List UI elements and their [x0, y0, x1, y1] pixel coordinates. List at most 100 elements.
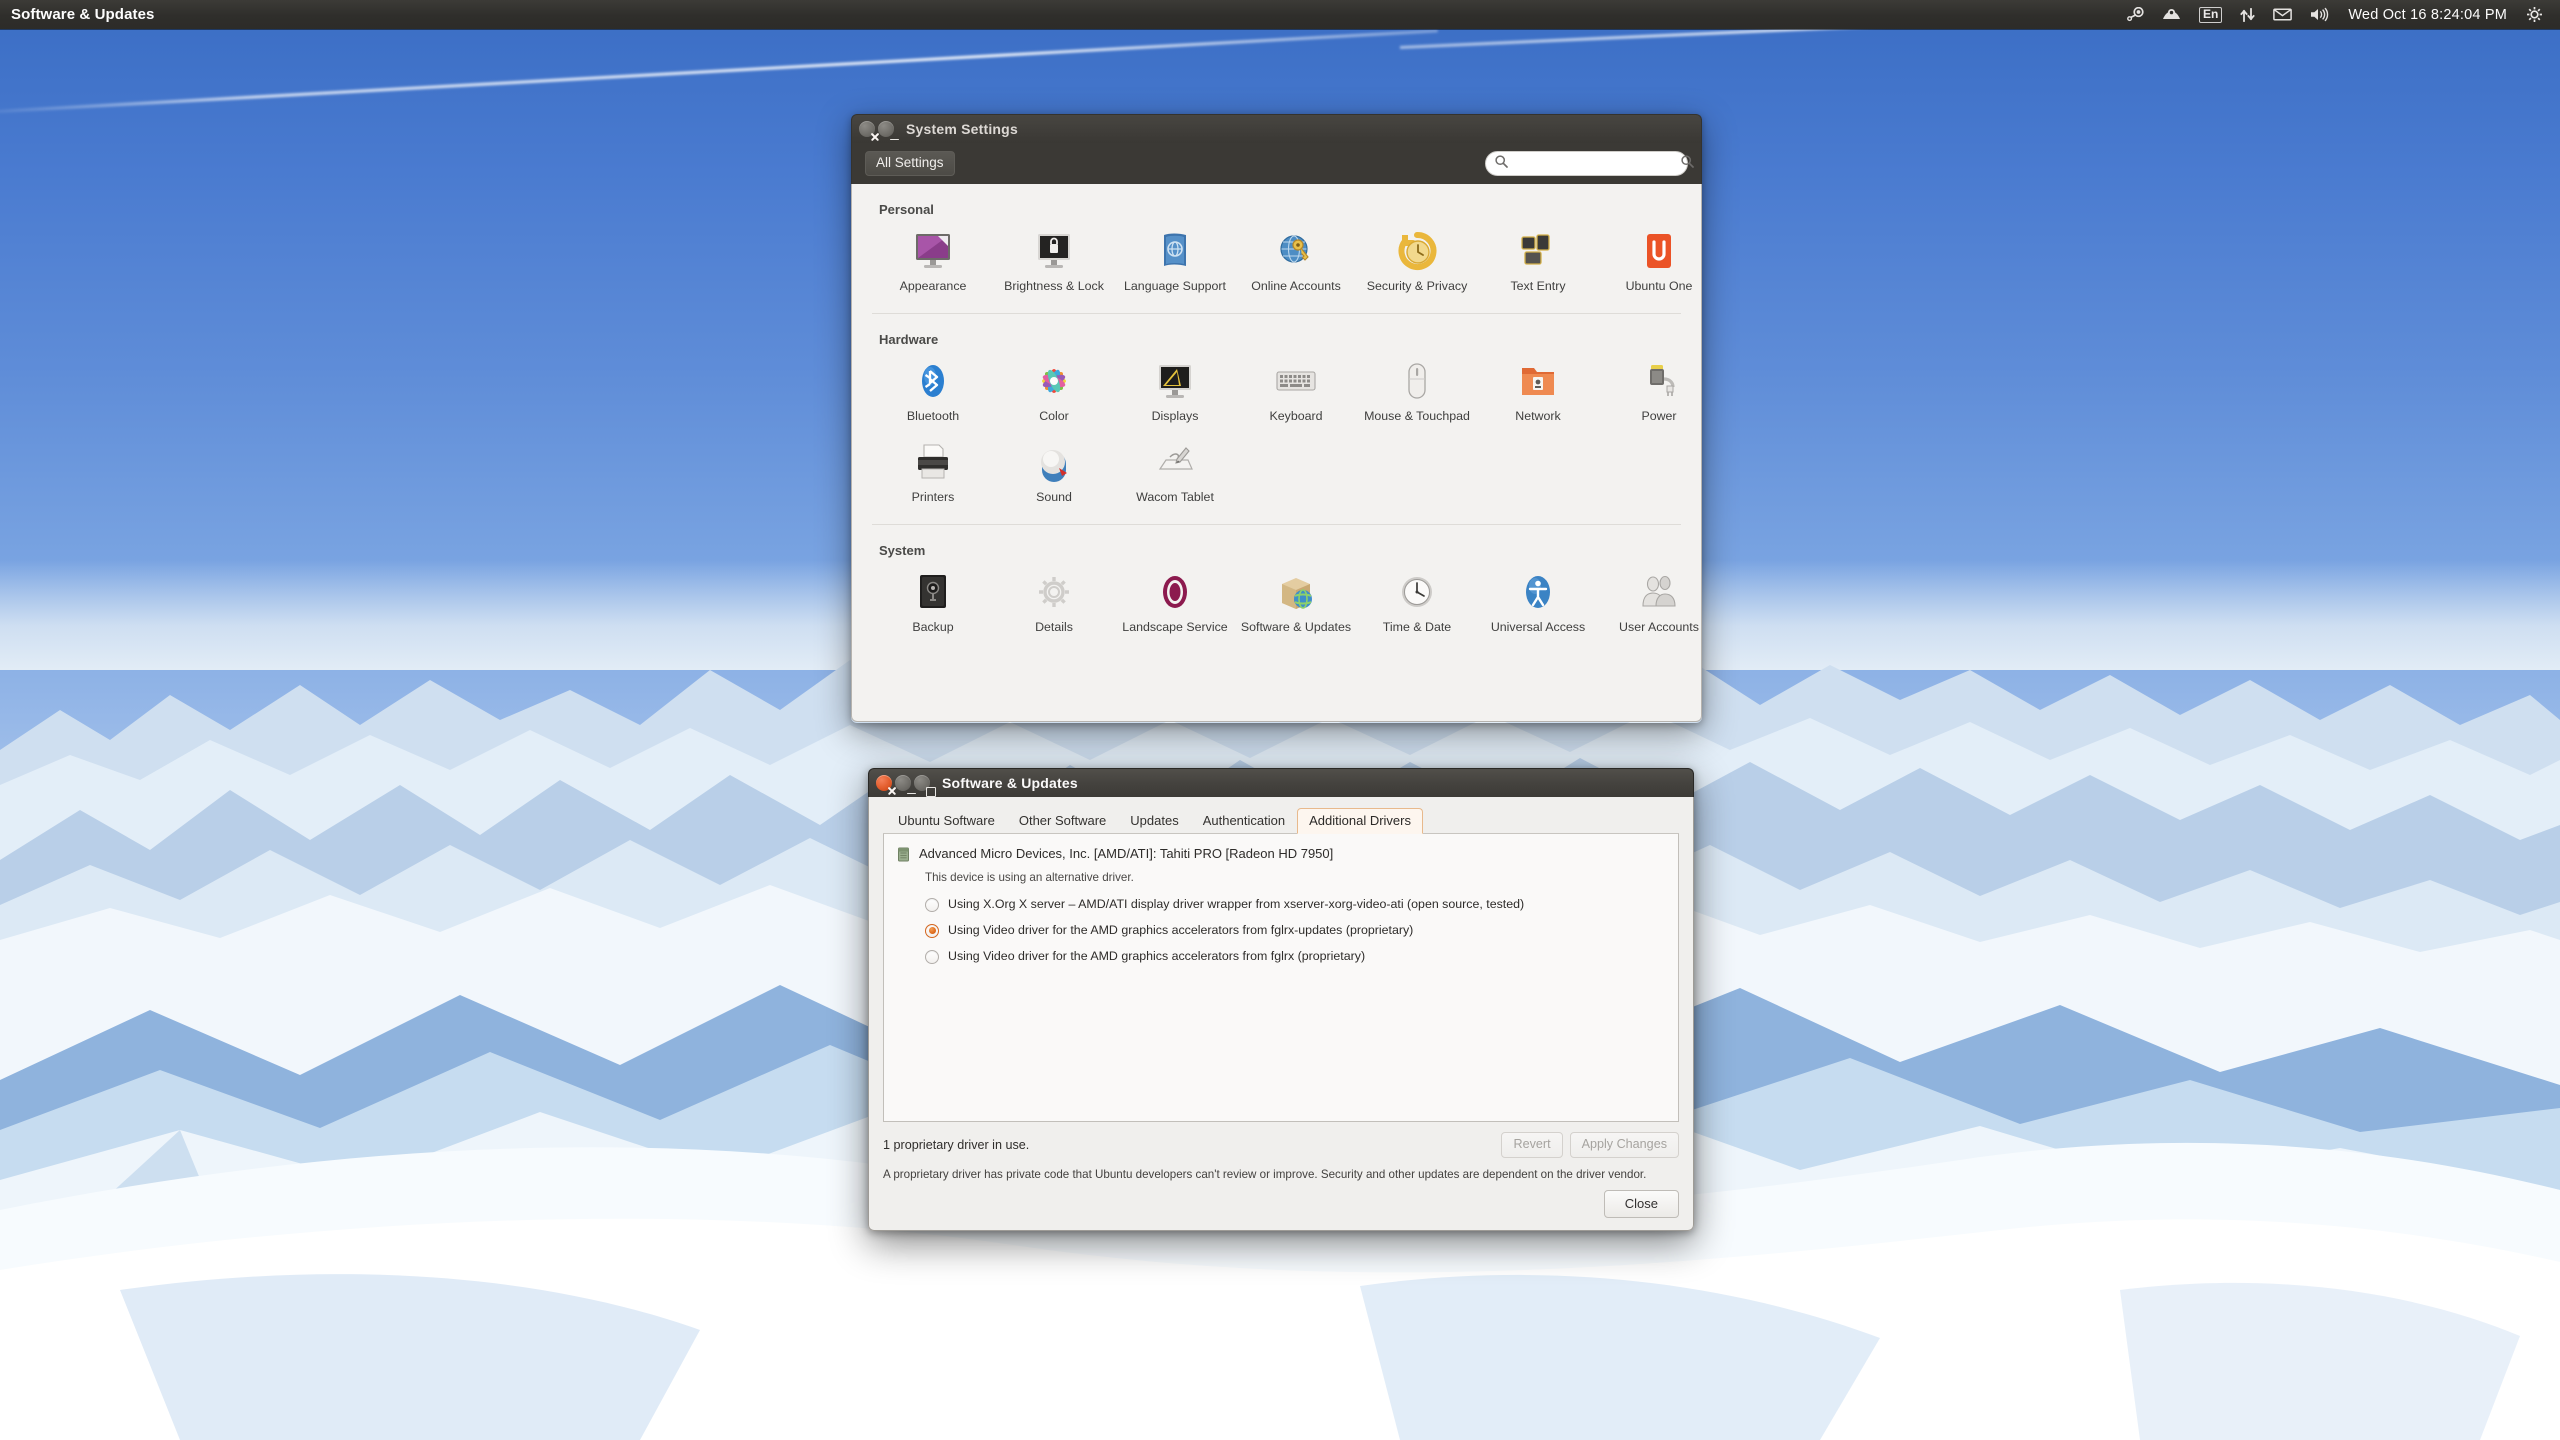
driver-option-label: Using Video driver for the AMD graphics …	[948, 949, 1365, 964]
device-name: Advanced Micro Devices, Inc. [AMD/ATI]: …	[919, 846, 1333, 862]
security-privacy-icon	[1393, 227, 1441, 275]
settings-label: Network	[1515, 410, 1560, 424]
settings-label: Universal Access	[1491, 621, 1585, 635]
tab-bar: Ubuntu Software Other Software Updates A…	[883, 807, 1679, 834]
software-updates-icon	[1272, 568, 1320, 616]
keyboard-layout-indicator[interactable]: En	[2190, 0, 2231, 29]
settings-item-brightness-lock[interactable]: Brightness & Lock	[995, 220, 1113, 300]
settings-item-landscape-service[interactable]: Landscape Service	[1116, 561, 1234, 641]
settings-label: Keyboard	[1269, 410, 1322, 424]
settings-item-power[interactable]: Power	[1600, 350, 1702, 430]
settings-item-bluetooth[interactable]: Bluetooth	[874, 350, 992, 430]
text-entry-icon	[1514, 227, 1562, 275]
software-updates-window-buttons	[876, 775, 930, 791]
mouse-touchpad-icon	[1393, 357, 1441, 405]
driver-option-fglrx[interactable]: Using Video driver for the AMD graphics …	[925, 949, 1666, 964]
driver-option-xorg-ati[interactable]: Using X.Org X server – AMD/ATI display d…	[925, 897, 1666, 912]
footer-actions: Revert Apply Changes	[1501, 1132, 1679, 1158]
backup-icon	[909, 568, 957, 616]
software-updates-footer: 1 proprietary driver in use. Revert Appl…	[883, 1132, 1679, 1182]
settings-label: Sound	[1036, 491, 1072, 505]
settings-label: Software & Updates	[1241, 621, 1351, 635]
apply-changes-button[interactable]: Apply Changes	[1570, 1132, 1679, 1158]
search-input[interactable]	[1508, 157, 1681, 171]
section-hardware: Hardware Bluetooth	[852, 314, 1701, 515]
close-button-footer[interactable]: Close	[1604, 1190, 1679, 1218]
software-updates-window[interactable]: Software & Updates Ubuntu Software Other…	[868, 768, 1694, 1231]
section-title-system: System	[879, 543, 1701, 558]
search-field[interactable]	[1485, 151, 1688, 176]
settings-label: Printers	[912, 491, 955, 505]
settings-item-mouse-touchpad[interactable]: Mouse & Touchpad	[1358, 350, 1476, 430]
tab-other-software[interactable]: Other Software	[1007, 808, 1118, 834]
software-updates-titlebar[interactable]: Software & Updates	[868, 768, 1694, 797]
minimize-button[interactable]	[878, 121, 894, 137]
settings-item-online-accounts[interactable]: Online Accounts	[1237, 220, 1355, 300]
session-gear-icon[interactable]	[2517, 0, 2552, 29]
settings-label: Brightness & Lock	[1004, 280, 1104, 294]
settings-item-details[interactable]: Details	[995, 561, 1113, 641]
close-button[interactable]	[876, 775, 892, 791]
volume-icon[interactable]	[2301, 0, 2338, 29]
settings-label: Power	[1641, 410, 1676, 424]
settings-item-color[interactable]: Color	[995, 350, 1113, 430]
minimize-button[interactable]	[895, 775, 911, 791]
online-accounts-icon	[1272, 227, 1320, 275]
settings-label: Appearance	[900, 280, 967, 294]
radio-button[interactable]	[925, 898, 939, 912]
settings-item-displays[interactable]: Displays	[1116, 350, 1234, 430]
color-icon	[1030, 357, 1078, 405]
settings-item-backup[interactable]: Backup	[874, 561, 992, 641]
bluetooth-icon	[909, 357, 957, 405]
radio-button[interactable]	[925, 950, 939, 964]
tab-additional-drivers[interactable]: Additional Drivers	[1297, 808, 1423, 834]
system-settings-window-buttons	[859, 121, 894, 137]
system-settings-window[interactable]: System Settings All Settings Personal	[851, 114, 1702, 723]
settings-item-time-date[interactable]: Time & Date	[1358, 561, 1476, 641]
language-support-icon	[1151, 227, 1199, 275]
system-settings-titlebar[interactable]: System Settings	[851, 114, 1702, 143]
close-button[interactable]	[859, 121, 875, 137]
messaging-icon[interactable]	[2264, 0, 2301, 29]
tab-updates[interactable]: Updates	[1118, 808, 1190, 834]
additional-drivers-panel: Advanced Micro Devices, Inc. [AMD/ATI]: …	[883, 834, 1679, 1122]
network-icon[interactable]	[2231, 0, 2264, 29]
settings-item-network[interactable]: Network	[1479, 350, 1597, 430]
driver-option-fglrx-updates[interactable]: Using Video driver for the AMD graphics …	[925, 923, 1666, 938]
settings-item-language-support[interactable]: Language Support	[1116, 220, 1234, 300]
settings-item-text-entry[interactable]: Text Entry	[1479, 220, 1597, 300]
settings-item-software-updates[interactable]: Software & Updates	[1237, 561, 1355, 641]
settings-item-security-privacy[interactable]: Security & Privacy	[1358, 220, 1476, 300]
settings-item-universal-access[interactable]: Universal Access	[1479, 561, 1597, 641]
settings-item-sound[interactable]: Sound	[995, 431, 1113, 511]
system-settings-title: System Settings	[906, 121, 1018, 137]
settings-item-keyboard[interactable]: Keyboard	[1237, 350, 1355, 430]
settings-label: Color	[1039, 410, 1069, 424]
settings-label: Wacom Tablet	[1136, 491, 1214, 505]
webcam-icon[interactable]	[2153, 0, 2190, 29]
revert-button[interactable]: Revert	[1501, 1132, 1562, 1158]
settings-item-printers[interactable]: Printers	[874, 431, 992, 511]
steam-icon[interactable]	[2118, 0, 2153, 29]
radio-button-selected[interactable]	[925, 924, 939, 938]
system-grid: Backup Details	[874, 561, 1701, 641]
landscape-service-icon	[1151, 568, 1199, 616]
maximize-button[interactable]	[914, 775, 930, 791]
settings-item-wacom-tablet[interactable]: Wacom Tablet	[1116, 431, 1234, 511]
settings-item-appearance[interactable]: Appearance	[874, 220, 992, 300]
network-folder-icon	[1514, 357, 1562, 405]
clock-indicator[interactable]: Wed Oct 16 8:24:04 PM	[2338, 0, 2517, 29]
driver-options-list: Using X.Org X server – AMD/ATI display d…	[925, 897, 1666, 964]
settings-item-ubuntu-one[interactable]: Ubuntu One	[1600, 220, 1702, 300]
settings-item-user-accounts[interactable]: User Accounts	[1600, 561, 1702, 641]
tab-ubuntu-software[interactable]: Ubuntu Software	[886, 808, 1007, 834]
panel-indicators: En Wed Oct 16 8:24:04 PM	[2118, 0, 2560, 29]
close-row: Close	[883, 1182, 1679, 1218]
driver-option-label: Using X.Org X server – AMD/ATI display d…	[948, 897, 1524, 912]
all-settings-button[interactable]: All Settings	[865, 151, 955, 176]
ubuntu-one-icon	[1635, 227, 1683, 275]
gpu-chip-icon	[896, 847, 911, 867]
panel-app-title[interactable]: Software & Updates	[11, 6, 155, 23]
details-icon	[1030, 568, 1078, 616]
tab-authentication[interactable]: Authentication	[1191, 808, 1297, 834]
